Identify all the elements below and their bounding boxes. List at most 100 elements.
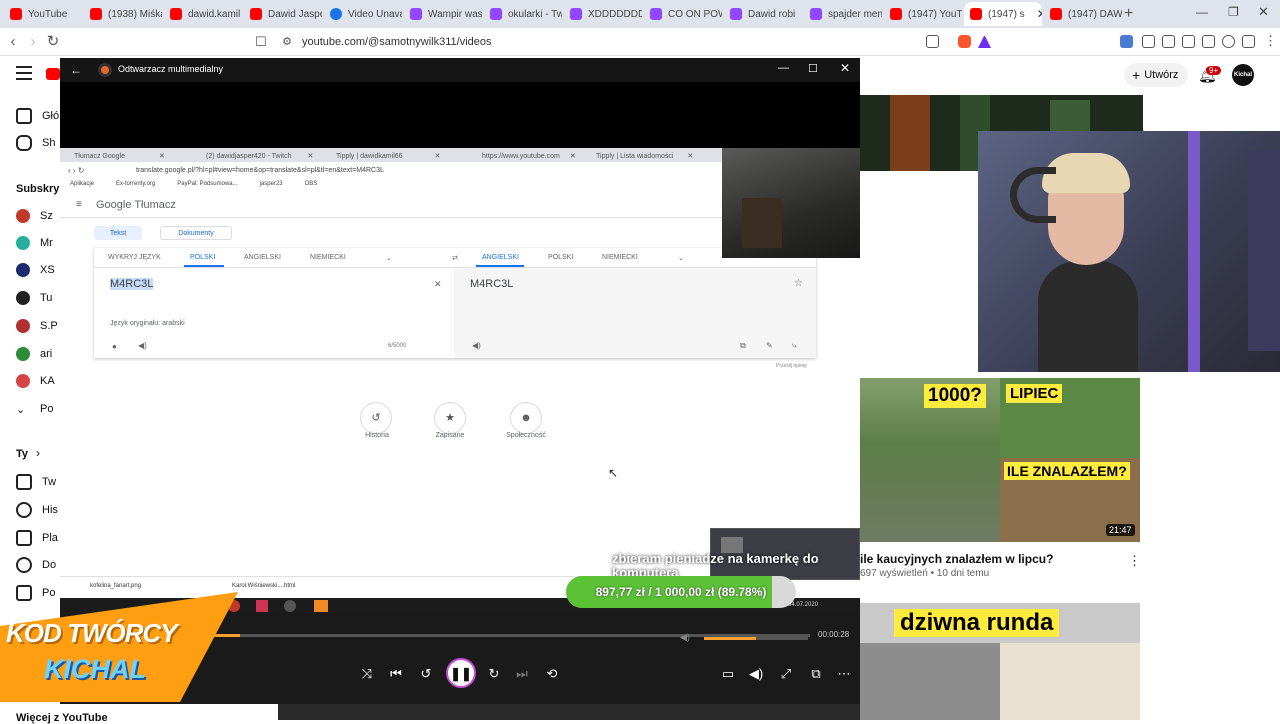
sidebar-you-item[interactable]: Do [0, 552, 60, 578]
yt-hamburger-icon[interactable] [16, 66, 32, 80]
sidebar-you-item[interactable]: Tw [0, 469, 60, 495]
browser-tab[interactable]: Dawid Jasper [244, 2, 322, 26]
bookmark-icon[interactable]: ☐ [252, 33, 270, 51]
browser-tab[interactable]: okularki - Tw [484, 2, 562, 26]
browser-tab[interactable]: spajder men [804, 2, 882, 26]
you-header[interactable]: Ty [16, 448, 28, 460]
sidebar-you-item[interactable]: His [0, 497, 60, 523]
minimize-icon[interactable]: — [778, 62, 789, 74]
youtube-logo-icon[interactable] [46, 68, 60, 80]
video-thumbnail-1000[interactable]: 1000? LIPIEC ILE ZNALAZŁEM? 21:47 [860, 378, 1140, 542]
sidebar-icon[interactable] [1182, 35, 1195, 48]
subtitles-icon[interactable]: ▭ [718, 664, 738, 684]
captured-tab: (2) dawidjasper420 - Twitch ✕ [206, 152, 314, 161]
sidebar-sub-item[interactable]: XS [0, 257, 60, 283]
sidebar-sub-item[interactable]: Sz [0, 203, 60, 229]
more-from-youtube-header: Więcej z YouTube [16, 712, 108, 724]
yt-nav-home[interactable]: Głó [0, 103, 60, 129]
char-count: 6/5000 [388, 343, 407, 349]
browser-tab[interactable]: XDDDDDDD [564, 2, 642, 26]
close-icon[interactable]: ✕ [840, 61, 850, 75]
browser-tab[interactable]: Wampir was [404, 2, 482, 26]
browser-tab[interactable]: Dawid robi [724, 2, 802, 26]
minimize-window-icon[interactable]: — [1196, 5, 1208, 19]
browser-tab[interactable]: (1947) YouT [884, 2, 962, 26]
brave-rewards-icon[interactable] [978, 35, 991, 48]
shorts-icon [16, 135, 32, 151]
extension-icon[interactable] [1142, 35, 1155, 48]
fast-forward-icon[interactable]: ↻ [484, 664, 504, 684]
mini-player-icon[interactable]: ⧉ [806, 664, 826, 684]
back-arrow-icon[interactable]: ← [70, 63, 82, 77]
video-menu-icon[interactable]: ⋮ [1128, 553, 1141, 569]
volume-slider[interactable] [704, 637, 808, 640]
sidebar-sub-item[interactable]: Mr [0, 230, 60, 256]
volume-icon[interactable]: ◀) [746, 664, 766, 684]
sidebar-sub-item[interactable]: Tu [0, 285, 60, 311]
more-options-icon[interactable]: ⋯ [834, 664, 854, 684]
reload-icon[interactable]: ↻ [44, 33, 62, 51]
media-player-logo-icon [98, 63, 112, 77]
saved-label: Zapisane [435, 432, 465, 439]
create-button[interactable]: + Utwórz [1124, 63, 1188, 87]
history-label: Historia [365, 432, 389, 439]
youtube-favicon-icon [170, 8, 182, 20]
vpn-icon[interactable] [1242, 35, 1255, 48]
sidebar-sub-item[interactable]: S.P [0, 313, 60, 339]
sidebar-you-item[interactable]: Pla [0, 525, 60, 551]
new-tab-button[interactable]: + [1124, 5, 1133, 23]
translated-text: M4RC3L [470, 278, 514, 290]
browser-tab[interactable]: (1947) DAWI [1044, 2, 1122, 26]
captured-clock: 04.07.2020 [788, 602, 819, 608]
browser-tab[interactable]: CO ON POW [644, 2, 722, 26]
browser-tab[interactable]: Video Unava [324, 2, 402, 26]
pause-button[interactable]: ❚❚ [446, 658, 476, 688]
avatar[interactable]: Kichal [1232, 64, 1254, 86]
captured-tab: Tipply | Lista wiadomości ✕ [596, 152, 694, 161]
browser-tab[interactable]: (1938) Miśka [84, 2, 162, 26]
site-info-icon[interactable]: ⚙ [278, 33, 296, 51]
community-label: Społeczność [506, 432, 546, 439]
browser-tab[interactable]: YouTube [4, 2, 82, 26]
sidebar-sub-item[interactable]: ari [0, 341, 60, 367]
next-icon[interactable]: ⏭ [512, 664, 532, 684]
channel-avatar [16, 374, 30, 388]
menu-kebab-icon[interactable]: ⋮ [1264, 33, 1277, 49]
close-window-icon[interactable]: ✕ [1258, 4, 1269, 20]
yt-nav-shorts[interactable]: Sh [0, 130, 60, 156]
microphone-icon: ● [112, 342, 117, 351]
extensions-puzzle-icon[interactable] [1162, 35, 1175, 48]
browser-tab[interactable]: dawid.kamil [164, 2, 242, 26]
sidebar-sub-item[interactable]: KA [0, 368, 60, 394]
rewind-icon[interactable]: ↺ [416, 664, 436, 684]
close-tab-icon[interactable]: ✕ [1037, 7, 1042, 21]
target-lang-tab: POLSKI [548, 254, 574, 261]
leo-ai-icon[interactable] [1222, 35, 1235, 48]
maximize-icon[interactable]: ☐ [808, 62, 818, 75]
back-arrow-icon[interactable]: ‹ [4, 33, 22, 51]
video-title[interactable]: ile kaucyjnych znalazłem w lipcu? [860, 552, 1120, 566]
your-channel-icon [16, 474, 32, 490]
restore-window-icon[interactable]: ❐ [1228, 5, 1239, 19]
video-meta: 697 wyświetleń • 10 dni temu [860, 568, 990, 579]
translate-extension-icon[interactable] [1120, 35, 1133, 48]
fullscreen-icon[interactable]: ⤢ [776, 664, 796, 684]
youtube-favicon-icon [890, 8, 902, 20]
url-field[interactable]: youtube.com/@samotnywilk311/videos [302, 33, 970, 51]
plus-icon: + [1132, 67, 1141, 83]
shuffle-icon[interactable]: ⤨ [357, 664, 377, 684]
previous-icon[interactable]: ⏮ [386, 664, 406, 684]
subscriptions-header[interactable]: Subskryp [16, 183, 66, 195]
forward-arrow-icon[interactable]: › [24, 33, 42, 51]
source-lang-tab: NIEMIECKI [310, 254, 346, 261]
repeat-off-icon[interactable]: ⟲ [542, 664, 562, 684]
captured-tab: https://www.youtube.com ✕ [482, 152, 576, 161]
browser-tab-active[interactable]: (1947) s ✕ [964, 2, 1042, 26]
video-thumbnail-dziwna-runda[interactable]: dziwna runda [860, 603, 1140, 720]
brave-shield-icon[interactable] [958, 35, 971, 48]
sidebar-show-more[interactable]: ⌄ Po [0, 396, 60, 422]
channel-avatar [16, 347, 30, 361]
cast-icon[interactable] [926, 35, 939, 48]
wallet-icon[interactable] [1202, 35, 1215, 48]
mute-icon[interactable]: ◀) [680, 632, 690, 643]
